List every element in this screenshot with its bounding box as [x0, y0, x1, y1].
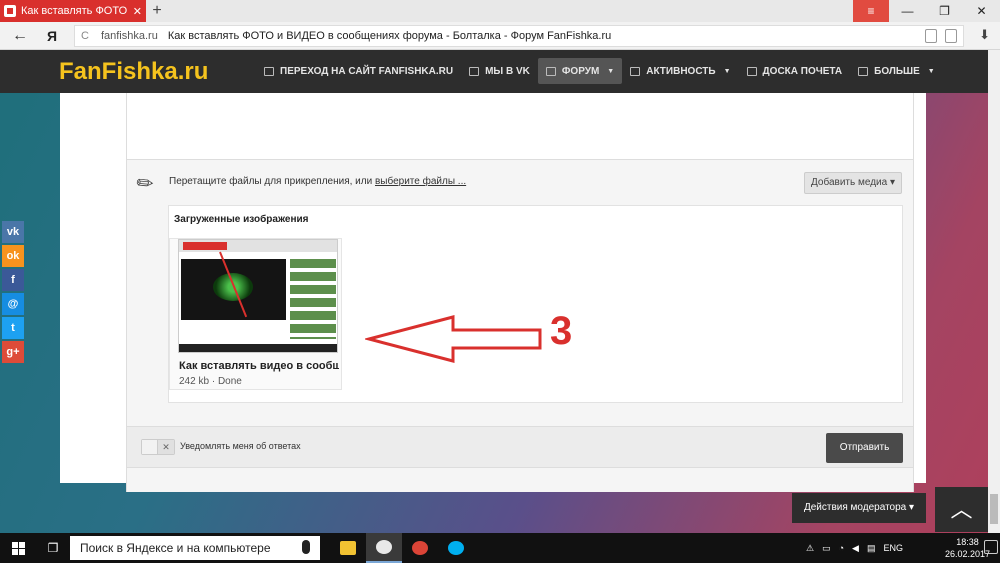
- social-share-bar: vk ok f @ t g+: [2, 221, 24, 365]
- microphone-icon[interactable]: [302, 540, 310, 554]
- download-icon[interactable]: ⬇: [979, 27, 990, 43]
- new-tab-button[interactable]: +: [148, 2, 166, 20]
- site-navbar: FanFishka.ru ПЕРЕХОД НА САЙТ FANFISHKA.R…: [0, 50, 1000, 93]
- page-scrollbar[interactable]: [988, 50, 1000, 533]
- wifi-icon[interactable]: ◔: [839, 543, 844, 553]
- youtube-favicon-icon: [4, 5, 16, 17]
- windows-start-button[interactable]: [0, 533, 36, 563]
- taskbar-app-yandex[interactable]: [366, 533, 402, 563]
- nav-item-vk[interactable]: МЫ В VK: [461, 50, 538, 93]
- uploaded-file-card[interactable]: Как вставлять видео в сообщ... 242 kb · …: [169, 238, 342, 390]
- choose-files-link[interactable]: выберите файлы ...: [375, 176, 466, 187]
- chrome-icon: [412, 541, 428, 555]
- reload-icon[interactable]: C: [81, 30, 89, 42]
- browser-tab[interactable]: Как вставлять ФОТО и ВИ ✕: [0, 0, 146, 22]
- nav-item-main-site[interactable]: ПЕРЕХОД НА САЙТ FANFISHKA.RU: [256, 50, 461, 93]
- drop-files-hint: Перетащите файлы для прикрепления, или в…: [169, 176, 467, 187]
- chevron-down-icon: ▼: [927, 68, 935, 75]
- post-editor-panel: ✎ Перетащите файлы для прикрепления, или…: [60, 93, 926, 492]
- vk-icon[interactable]: vk: [2, 221, 24, 243]
- nav-menu: ПЕРЕХОД НА САЙТ FANFISHKA.RU МЫ В VK ФОР…: [256, 50, 943, 93]
- taskbar-app-chrome[interactable]: [402, 533, 438, 563]
- browser-menu-button[interactable]: ≡: [853, 0, 889, 22]
- search-placeholder: Поиск в Яндексе и на компьютере: [80, 541, 271, 555]
- trophy-icon: [746, 67, 757, 76]
- system-tray: ⚠ ▭ ◔ ◀ ▤ ENG: [806, 533, 903, 563]
- tab-close-icon[interactable]: ✕: [133, 5, 142, 18]
- facebook-icon[interactable]: f: [2, 269, 24, 291]
- restore-button[interactable]: ❐: [926, 0, 963, 22]
- file-explorer-icon: [340, 541, 356, 555]
- vk-icon: [469, 67, 480, 76]
- back-button[interactable]: ←: [0, 27, 40, 45]
- warning-icon[interactable]: ⚠: [806, 543, 814, 554]
- uploaded-images-box: Загруженные изображения Как вставлять ви…: [168, 205, 903, 403]
- editor-footer: ✕ Уведомлять меня об ответах Отправить: [126, 426, 914, 468]
- nav-item-activity[interactable]: АКТИВНОСТЬ ▼: [622, 50, 738, 93]
- address-bar-row: ← Я C fanfishka.ru Как вставлять ФОТО и …: [0, 22, 1000, 50]
- nav-item-honor-board[interactable]: ДОСКА ПОЧЕТА: [739, 50, 851, 93]
- document-icon: [630, 67, 641, 76]
- annotation-arrow-icon: [365, 315, 542, 363]
- monitor-icon: [264, 67, 274, 76]
- browser-tab-bar: Как вставлять ФОТО и ВИ ✕ + ≡ — ❐ ✕: [0, 0, 1000, 22]
- taskbar-app-skype[interactable]: [438, 533, 474, 563]
- lock-icon[interactable]: [925, 29, 937, 43]
- menu-icon: [858, 67, 869, 76]
- task-view-button[interactable]: ❐: [36, 541, 70, 555]
- taskbar-apps: [330, 533, 474, 563]
- uploaded-images-title: Загруженные изображения: [174, 214, 309, 225]
- close-window-button[interactable]: ✕: [963, 0, 1000, 22]
- nav-item-forum[interactable]: ФОРУМ ▼: [537, 58, 623, 84]
- url-domain: fanfishka.ru: [100, 30, 158, 42]
- window-controls: ≡ — ❐ ✕: [853, 0, 1000, 22]
- message-editor[interactable]: [126, 93, 914, 160]
- tab-title: Как вставлять ФОТО и ВИ: [21, 5, 128, 17]
- language-indicator[interactable]: ENG: [883, 543, 903, 553]
- paperclip-icon: ✎: [132, 170, 160, 198]
- odnoklassniki-icon[interactable]: ok: [2, 245, 24, 267]
- bookmark-icon[interactable]: [945, 29, 957, 43]
- nav-item-more[interactable]: БОЛЬШЕ ▼: [850, 50, 943, 93]
- battery-icon[interactable]: ▭: [822, 543, 831, 554]
- yandex-browser-icon: [376, 540, 392, 554]
- scrollbar-thumb[interactable]: [990, 494, 998, 524]
- moderator-actions-button[interactable]: Действия модератора ▾: [792, 493, 926, 523]
- chevron-down-icon: ▼: [607, 67, 615, 75]
- uploaded-thumbnail[interactable]: [178, 239, 338, 353]
- taskbar-search-box[interactable]: Поиск в Яндексе и на компьютере: [70, 536, 320, 560]
- mailru-icon[interactable]: @: [2, 293, 24, 315]
- taskbar-app-explorer[interactable]: [330, 533, 366, 563]
- windows-logo-icon: [11, 541, 25, 555]
- volume-icon[interactable]: ◀: [852, 543, 859, 554]
- annotation-step-number: 3: [550, 309, 573, 353]
- twitter-icon[interactable]: t: [2, 317, 24, 339]
- site-logo[interactable]: FanFishka.ru: [59, 58, 208, 86]
- send-button[interactable]: Отправить: [826, 433, 903, 463]
- skype-icon: [448, 541, 464, 555]
- googleplus-icon[interactable]: g+: [2, 341, 24, 363]
- notify-label: Уведомлять меня об ответах: [180, 441, 301, 451]
- chevron-down-icon: ▼: [723, 68, 731, 75]
- uploaded-file-name: Как вставлять видео в сообщ...: [179, 360, 339, 372]
- yandex-button[interactable]: Я: [40, 28, 64, 44]
- uploaded-file-meta: 242 kb · Done: [179, 376, 242, 387]
- keyboard-icon[interactable]: ▤: [867, 543, 876, 554]
- menu-icon: [545, 66, 556, 76]
- notifications-icon[interactable]: [984, 540, 998, 554]
- add-media-button[interactable]: Добавить медиа ▾: [804, 172, 902, 194]
- url-page-title: Как вставлять ФОТО и ВИДЕО в сообщениях …: [167, 30, 612, 42]
- notify-toggle[interactable]: ✕: [141, 439, 175, 455]
- scroll-to-top-button[interactable]: ︿: [935, 487, 988, 532]
- url-field[interactable]: C fanfishka.ru Как вставлять ФОТО и ВИДЕ…: [74, 25, 964, 47]
- close-icon: ✕: [158, 440, 174, 454]
- minimize-button[interactable]: —: [889, 0, 926, 22]
